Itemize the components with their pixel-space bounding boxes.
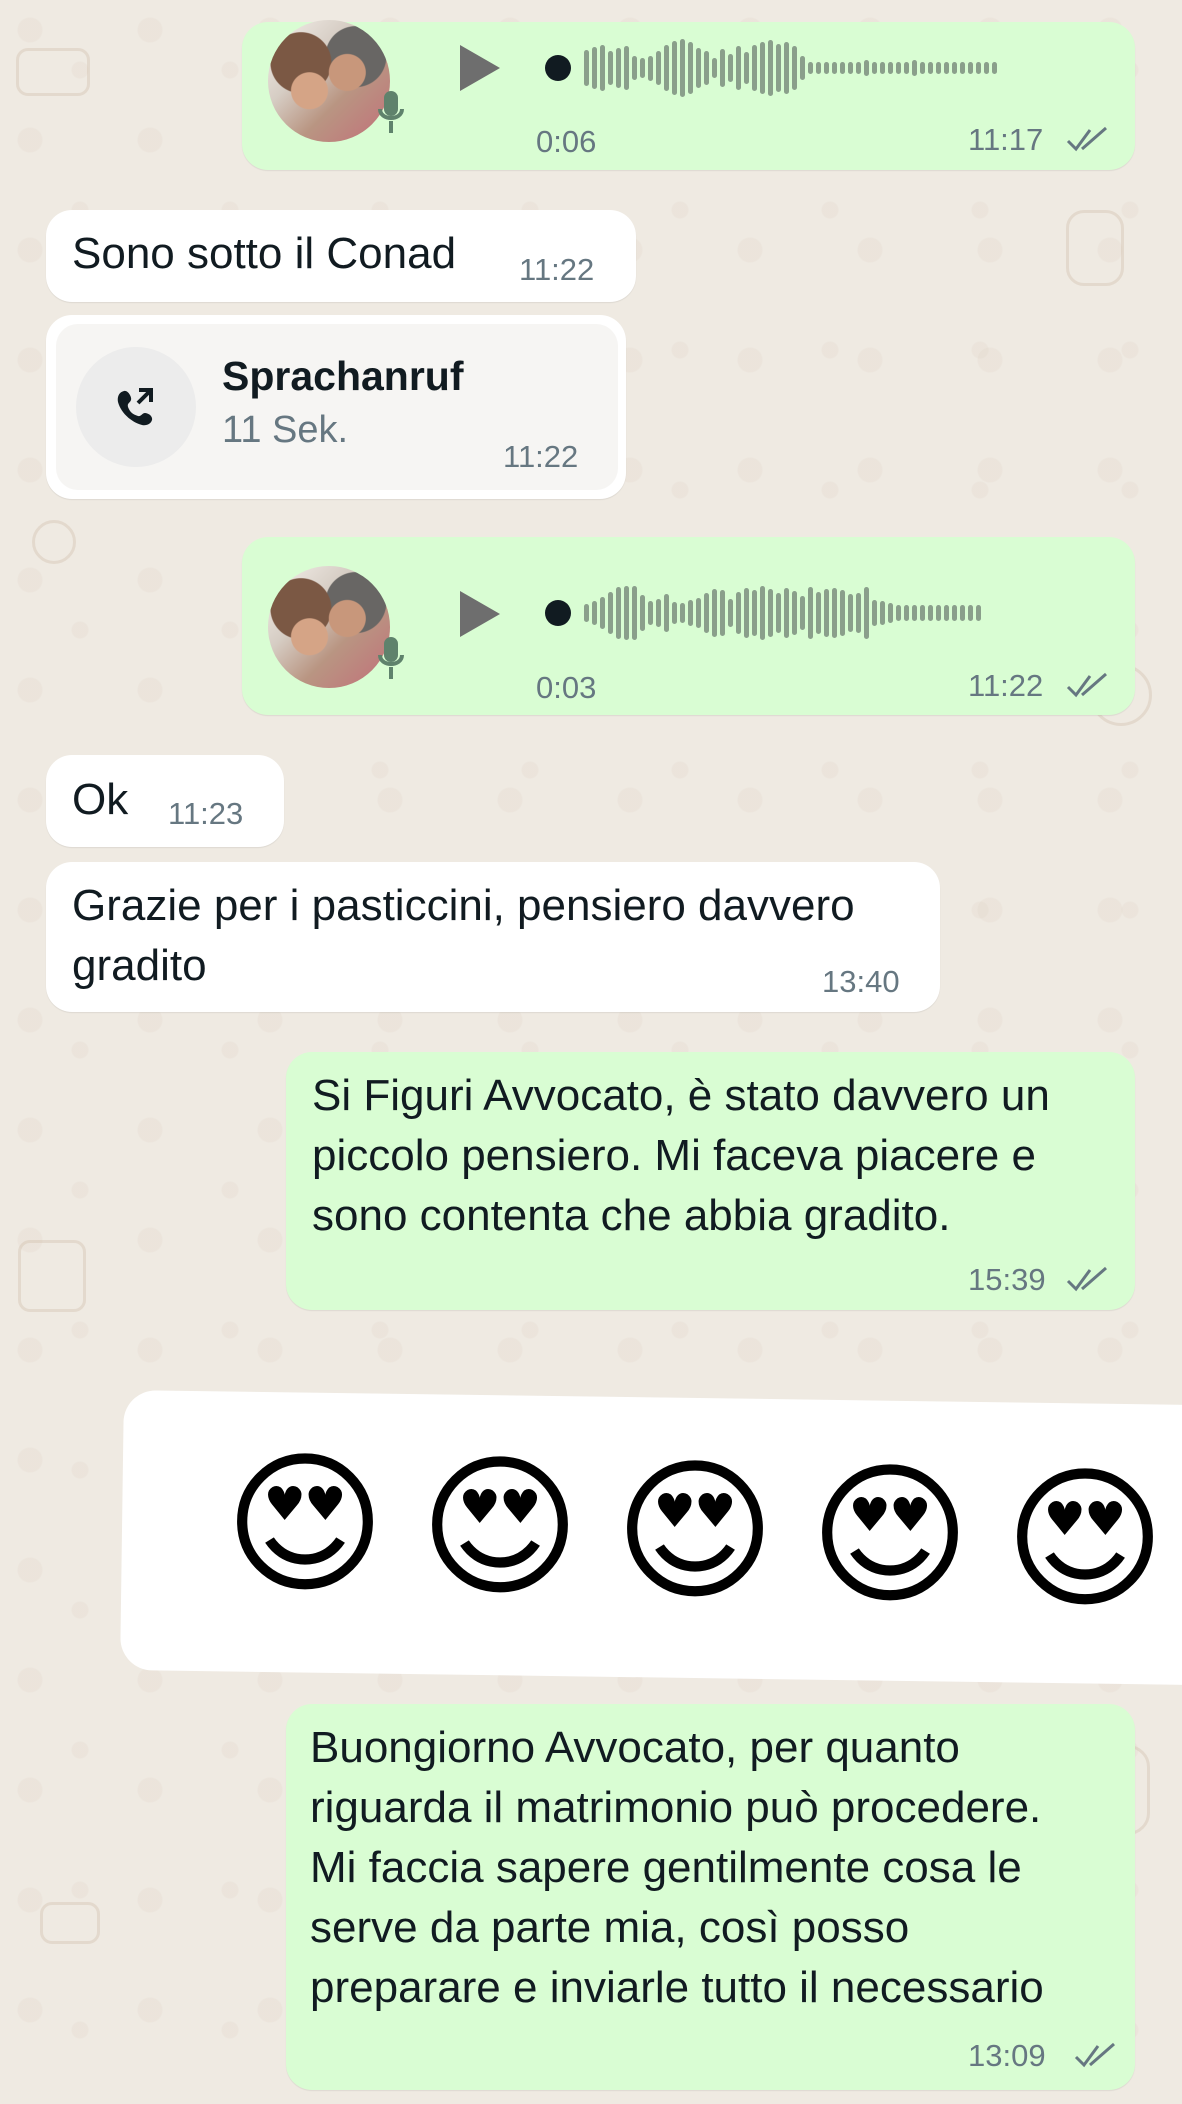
incoming-call-icon [117,388,153,426]
chat-doodle [1066,210,1124,286]
message-text: Sono sotto il Conad [72,229,457,278]
audio-duration: 0:06 [536,124,597,159]
read-receipt-icon [1066,1266,1107,1292]
chat-doodle [16,48,90,96]
message-time: 11:17 [968,122,1044,157]
message-line: preparare e inviarle tutto il necessario [310,1963,1044,2012]
heart-eyes-emoji: 😍 [614,1445,776,1618]
message-time: 11:22 [519,252,595,287]
microphone-icon [378,637,404,679]
message-time: 11:22 [503,439,579,474]
read-receipt-icon [1066,672,1107,698]
message-time: 15:39 [968,1262,1046,1297]
microphone-icon [378,91,404,133]
read-receipt-icon [1066,126,1107,152]
sender-avatar [268,566,390,688]
message-line: gradito [72,941,207,990]
heart-eyes-emoji: 😍 [419,1441,581,1614]
message-text: Ok [72,775,129,824]
read-receipt-icon [1074,2042,1115,2068]
heart-eyes-emoji: 😍 [224,1438,386,1611]
message-line: Buongiorno Avvocato, per quanto [310,1723,960,1772]
chat-doodle [32,520,76,564]
heart-eyes-emoji: 😍 [1004,1453,1166,1626]
play-icon[interactable] [458,589,502,639]
message-line: Grazie per i pasticcini, pensiero davver… [72,881,855,930]
message-time: 13:09 [968,2038,1046,2073]
message-line: serve da parte mia, così posso [310,1903,910,1952]
heart-eyes-emoji: 😍 [809,1449,971,1622]
audio-waveform[interactable] [584,37,1094,99]
audio-duration: 0:03 [536,670,597,705]
call-duration: 11 Sek. [222,409,349,451]
audio-waveform[interactable] [584,582,1094,644]
message-line: Mi faccia sapere gentilmente cosa le [310,1843,1022,1892]
chat-doodle [40,1902,100,1944]
audio-scrubber[interactable] [545,600,571,626]
play-icon[interactable] [458,43,502,93]
message-line: Si Figuri Avvocato, è stato davvero un [312,1071,1050,1120]
message-time: 11:23 [168,796,244,831]
chat-doodle [18,1240,86,1312]
message-time: 11:22 [968,668,1044,703]
sender-avatar [268,20,390,142]
message-line: piccolo pensiero. Mi faceva piacere e [312,1131,1036,1180]
audio-scrubber[interactable] [545,55,571,81]
message-line: sono contenta che abbia gradito. [312,1191,951,1240]
message-line: riguarda il matrimonio può procedere. [310,1783,1042,1832]
message-time: 13:40 [822,964,900,999]
call-title: Sprachanruf [222,353,464,399]
